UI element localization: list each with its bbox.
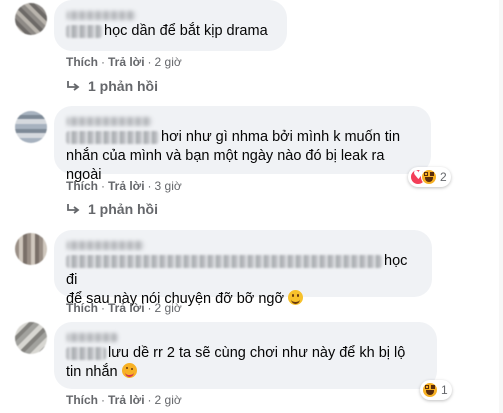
comment-time[interactable]: 2 giờ <box>155 393 182 407</box>
comment-actions: Thích · Trả lời · 2 giờ <box>66 55 182 69</box>
reply-button[interactable]: Trả lời <box>108 55 145 69</box>
avatar[interactable] <box>15 111 47 143</box>
comment-time[interactable]: 2 giờ <box>155 55 182 69</box>
comment-time[interactable]: 2 giờ <box>155 301 182 315</box>
comment-author[interactable] <box>66 8 275 22</box>
reaction-summary[interactable]: 1 <box>420 380 452 400</box>
smile-emoji-icon <box>288 290 304 305</box>
comment-text: hơi như gì nhma bởi mình k muốn tin nhắn … <box>66 129 401 183</box>
comment-actions: Thích · Trả lời · 3 giờ <box>66 179 182 193</box>
blurred-text <box>66 130 159 144</box>
haha-reaction-icon <box>421 169 437 185</box>
comment-actions: Thích · Trả lời · 2 giờ <box>66 393 182 407</box>
comment-bubble: hơi như gì nhma bởi mình k muốn tin nhắn … <box>54 106 431 183</box>
comment-author[interactable] <box>66 330 425 344</box>
reply-button[interactable]: Trả lời <box>108 301 145 315</box>
blurred-text <box>66 346 106 360</box>
comment-text: học dần để bắt kịp drama <box>66 22 275 41</box>
comment-actions: Thích · Trả lời · 2 giờ <box>66 301 182 315</box>
comment-author[interactable] <box>66 238 420 252</box>
comment-bubble: học đi để sau này nói chuyện đỡ bỡ ngỡ <box>54 230 432 307</box>
comment-bubble: học dần để bắt kịp drama <box>54 0 287 51</box>
wink-emoji-icon <box>121 363 137 378</box>
like-button[interactable]: Thích <box>66 301 98 315</box>
reply-arrow-icon <box>67 204 80 214</box>
scrollbar[interactable] <box>499 0 503 413</box>
comment-thread: học dần để bắt kịp drama Thích · Trả lời · 2… <box>0 0 503 413</box>
reaction-summary[interactable]: 2 <box>408 167 451 187</box>
comment-bubble: lưu dề rr 2 ta sẽ cùng chơi như này để k… <box>54 322 437 389</box>
comment-time[interactable]: 3 giờ <box>155 179 182 193</box>
like-button[interactable]: Thích <box>66 393 98 407</box>
view-replies-link[interactable]: 1 phản hồi <box>66 200 158 218</box>
blurred-text <box>66 254 382 268</box>
like-button[interactable]: Thích <box>66 179 98 193</box>
avatar[interactable] <box>15 233 47 265</box>
comment-text: lưu dề rr 2 ta sẽ cùng chơi như này để k… <box>66 345 406 380</box>
avatar[interactable] <box>15 3 47 35</box>
haha-reaction-icon <box>422 382 438 398</box>
avatar[interactable] <box>15 322 47 354</box>
blurred-text <box>66 24 102 38</box>
reply-button[interactable]: Trả lời <box>108 393 145 407</box>
like-button[interactable]: Thích <box>66 55 98 69</box>
view-replies-link[interactable]: 1 phản hồi <box>66 77 158 95</box>
reply-button[interactable]: Trả lời <box>108 179 145 193</box>
comment-author[interactable] <box>66 114 419 128</box>
reply-arrow-icon <box>67 81 80 91</box>
